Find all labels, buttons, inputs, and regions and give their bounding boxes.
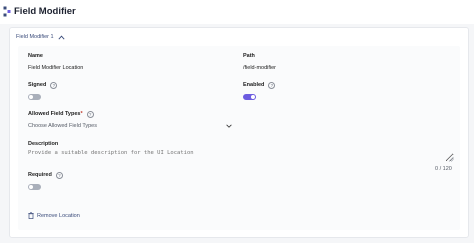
- page-title: Field Modifier: [14, 6, 76, 17]
- name-field[interactable]: Field Modifier Location: [28, 65, 83, 71]
- location-form: [18, 46, 460, 230]
- allowed-field-types-label: Allowed Field Types*?: [28, 111, 94, 118]
- help-icon[interactable]: ?: [268, 82, 276, 89]
- toggle-knob: [29, 185, 33, 189]
- allowed-field-types-label-text: Allowed Field Types: [28, 111, 81, 117]
- required-label-text: Required: [28, 172, 52, 178]
- select-placeholder: Choose Allowed Field Types: [28, 123, 97, 129]
- enabled-label-text: Enabled: [243, 82, 265, 88]
- remove-location-button[interactable]: Remove Location: [28, 211, 80, 220]
- help-icon[interactable]: ?: [50, 82, 58, 89]
- required-toggle[interactable]: [28, 184, 41, 190]
- accordion-toggle[interactable]: Field Modifier 1: [16, 32, 65, 42]
- name-label: Name: [28, 53, 43, 59]
- accordion-label: Field Modifier 1: [16, 34, 54, 40]
- signed-toggle[interactable]: [28, 94, 41, 100]
- signed-label-text: Signed: [28, 82, 47, 88]
- path-field[interactable]: /field-modifier: [243, 65, 276, 71]
- resize-handle-icon[interactable]: [448, 156, 454, 162]
- chevron-up-icon: [58, 35, 65, 40]
- allowed-field-types-select[interactable]: Choose Allowed Field Types: [28, 121, 234, 132]
- chevron-down-icon: [226, 124, 232, 128]
- path-label: Path: [243, 53, 255, 59]
- signed-label: Signed?: [28, 82, 58, 89]
- enabled-label: Enabled?: [243, 82, 276, 89]
- enabled-toggle[interactable]: [243, 94, 256, 100]
- required-label: Required?: [28, 172, 63, 179]
- required-asterisk: *: [80, 111, 83, 117]
- toggle-knob: [29, 95, 33, 99]
- character-counter: 0 / 120: [435, 166, 452, 172]
- field-modifier-icon: [3, 6, 11, 17]
- help-icon[interactable]: ?: [86, 111, 94, 118]
- description-label: Description: [28, 141, 59, 147]
- toggle-knob: [251, 95, 255, 99]
- remove-location-label: Remove Location: [37, 212, 80, 219]
- help-icon[interactable]: ?: [55, 172, 63, 179]
- top-bar: Field Modifier: [0, 0, 474, 24]
- description-textarea[interactable]: [28, 150, 454, 162]
- trash-icon: [28, 212, 34, 219]
